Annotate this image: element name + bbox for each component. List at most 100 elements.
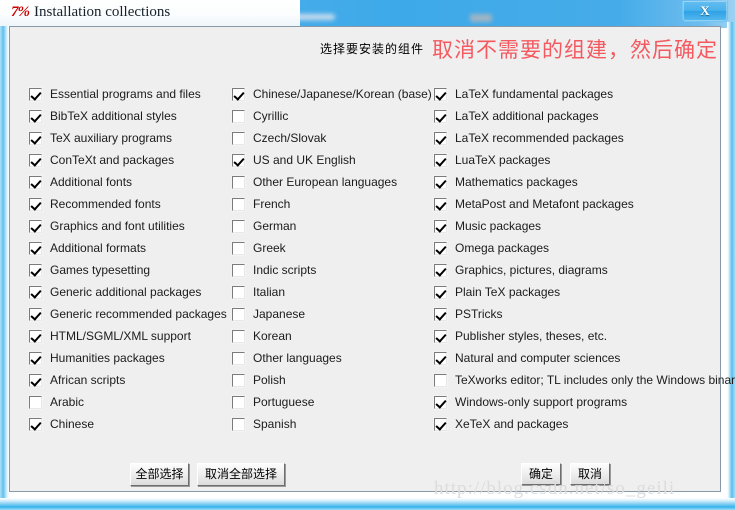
checkbox-row[interactable]: MetaPost and Metafont packages: [434, 193, 719, 215]
checkbox-checked-icon[interactable]: [29, 175, 42, 189]
checkbox-row[interactable]: Generic recommended packages: [29, 303, 229, 325]
checkbox-row[interactable]: Recommended fonts: [29, 193, 229, 215]
checkbox-row[interactable]: Publisher styles, theses, etc.: [434, 325, 719, 347]
deselect-all-button[interactable]: 取消全部选择: [197, 463, 285, 486]
checkbox-checked-icon[interactable]: [434, 153, 447, 167]
checkbox-checked-icon[interactable]: [29, 351, 42, 365]
checkbox-row[interactable]: Other European languages: [232, 171, 427, 193]
checkbox-unchecked-icon[interactable]: [232, 219, 245, 233]
checkbox-checked-icon[interactable]: [434, 329, 447, 343]
checkbox-row[interactable]: Natural and computer sciences: [434, 347, 719, 369]
checkbox-checked-icon[interactable]: [434, 395, 447, 409]
checkbox-row[interactable]: Portuguese: [232, 391, 427, 413]
checkbox-row[interactable]: African scripts: [29, 369, 229, 391]
checkbox-checked-icon[interactable]: [434, 263, 447, 277]
checkbox-unchecked-icon[interactable]: [232, 241, 245, 255]
checkbox-checked-icon[interactable]: [434, 307, 447, 321]
checkbox-row[interactable]: TeXworks editor; TL includes only the Wi…: [434, 369, 735, 391]
checkbox-row[interactable]: Humanities packages: [29, 347, 229, 369]
checkbox-unchecked-icon[interactable]: [434, 373, 447, 387]
checkbox-row[interactable]: XeTeX and packages: [434, 413, 719, 435]
checkbox-row[interactable]: Chinese: [29, 413, 229, 435]
checkbox-row[interactable]: LuaTeX packages: [434, 149, 719, 171]
checkbox-row[interactable]: Japanese: [232, 303, 427, 325]
checkbox-row[interactable]: Additional formats: [29, 237, 229, 259]
checkbox-row[interactable]: Essential programs and files: [29, 83, 229, 105]
checkbox-row[interactable]: PSTricks: [434, 303, 719, 325]
checkbox-row[interactable]: HTML/SGML/XML support: [29, 325, 229, 347]
checkbox-checked-icon[interactable]: [29, 109, 42, 123]
checkbox-row[interactable]: LaTeX additional packages: [434, 105, 719, 127]
checkbox-checked-icon[interactable]: [29, 307, 42, 321]
checkbox-row[interactable]: Korean: [232, 325, 427, 347]
checkbox-row[interactable]: Omega packages: [434, 237, 719, 259]
checkbox-row[interactable]: Graphics and font utilities: [29, 215, 229, 237]
checkbox-checked-icon[interactable]: [232, 153, 245, 167]
checkbox-checked-icon[interactable]: [29, 329, 42, 343]
checkbox-unchecked-icon[interactable]: [232, 109, 245, 123]
checkbox-row[interactable]: Graphics, pictures, diagrams: [434, 259, 719, 281]
checkbox-row[interactable]: LaTeX fundamental packages: [434, 83, 719, 105]
checkbox-unchecked-icon[interactable]: [232, 197, 245, 211]
checkbox-unchecked-icon[interactable]: [232, 417, 245, 431]
checkbox-row[interactable]: Other languages: [232, 347, 427, 369]
checkbox-row[interactable]: Windows-only support programs: [434, 391, 719, 413]
checkbox-checked-icon[interactable]: [434, 241, 447, 255]
checkbox-unchecked-icon[interactable]: [232, 263, 245, 277]
checkbox-checked-icon[interactable]: [434, 87, 447, 101]
checkbox-checked-icon[interactable]: [434, 175, 447, 189]
checkbox-row[interactable]: Arabic: [29, 391, 229, 413]
checkbox-unchecked-icon[interactable]: [232, 285, 245, 299]
checkbox-unchecked-icon[interactable]: [232, 175, 245, 189]
checkbox-checked-icon[interactable]: [29, 417, 42, 431]
checkbox-checked-icon[interactable]: [29, 197, 42, 211]
checkbox-row[interactable]: BibTeX additional styles: [29, 105, 229, 127]
checkbox-row[interactable]: Czech/Slovak: [232, 127, 427, 149]
checkbox-row[interactable]: Plain TeX packages: [434, 281, 719, 303]
checkbox-checked-icon[interactable]: [434, 131, 447, 145]
checkbox-checked-icon[interactable]: [29, 285, 42, 299]
checkbox-row[interactable]: Cyrillic: [232, 105, 427, 127]
checkbox-unchecked-icon[interactable]: [232, 373, 245, 387]
checkbox-row[interactable]: US and UK English: [232, 149, 427, 171]
checkbox-unchecked-icon[interactable]: [232, 307, 245, 321]
checkbox-row[interactable]: French: [232, 193, 427, 215]
checkbox-row[interactable]: Indic scripts: [232, 259, 427, 281]
checkbox-row[interactable]: Generic additional packages: [29, 281, 229, 303]
checkbox-checked-icon[interactable]: [29, 373, 42, 387]
checkbox-row[interactable]: Italian: [232, 281, 427, 303]
checkbox-row[interactable]: ConTeXt and packages: [29, 149, 229, 171]
checkbox-checked-icon[interactable]: [29, 131, 42, 145]
checkbox-row[interactable]: Spanish: [232, 413, 427, 435]
checkbox-checked-icon[interactable]: [29, 87, 42, 101]
select-all-button[interactable]: 全部选择: [130, 463, 189, 486]
checkbox-checked-icon[interactable]: [434, 109, 447, 123]
checkbox-checked-icon[interactable]: [232, 87, 245, 101]
checkbox-row[interactable]: Greek: [232, 237, 427, 259]
checkbox-row[interactable]: Polish: [232, 369, 427, 391]
checkbox-checked-icon[interactable]: [434, 351, 447, 365]
checkbox-row[interactable]: LaTeX recommended packages: [434, 127, 719, 149]
checkbox-label: LaTeX recommended packages: [455, 131, 624, 145]
close-button[interactable]: X: [682, 1, 728, 22]
checkbox-checked-icon[interactable]: [434, 417, 447, 431]
checkbox-checked-icon[interactable]: [29, 263, 42, 277]
checkbox-checked-icon[interactable]: [434, 197, 447, 211]
checkbox-unchecked-icon[interactable]: [29, 395, 42, 409]
checkbox-checked-icon[interactable]: [29, 241, 42, 255]
checkbox-checked-icon[interactable]: [29, 219, 42, 233]
checkbox-row[interactable]: Mathematics packages: [434, 171, 719, 193]
checkbox-row[interactable]: Chinese/Japanese/Korean (base): [232, 83, 432, 105]
checkbox-unchecked-icon[interactable]: [232, 131, 245, 145]
checkbox-checked-icon[interactable]: [29, 153, 42, 167]
checkbox-row[interactable]: Games typesetting: [29, 259, 229, 281]
checkbox-checked-icon[interactable]: [434, 219, 447, 233]
checkbox-row[interactable]: Additional fonts: [29, 171, 229, 193]
checkbox-unchecked-icon[interactable]: [232, 329, 245, 343]
checkbox-checked-icon[interactable]: [434, 285, 447, 299]
checkbox-row[interactable]: German: [232, 215, 427, 237]
checkbox-row[interactable]: TeX auxiliary programs: [29, 127, 229, 149]
checkbox-unchecked-icon[interactable]: [232, 395, 245, 409]
checkbox-unchecked-icon[interactable]: [232, 351, 245, 365]
checkbox-row[interactable]: Music packages: [434, 215, 719, 237]
